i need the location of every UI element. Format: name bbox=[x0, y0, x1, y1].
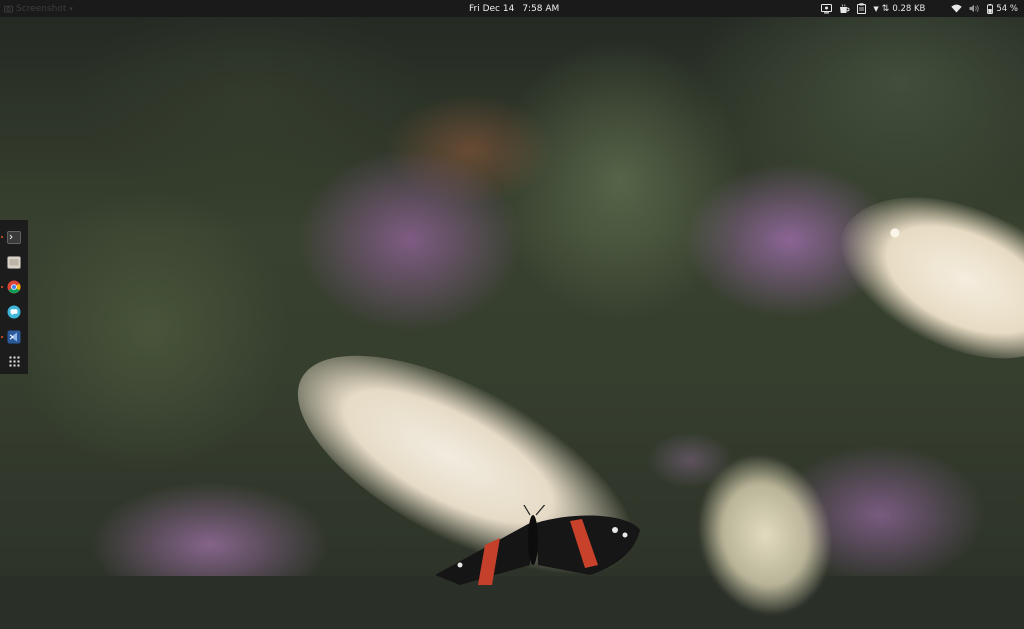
running-indicator bbox=[1, 335, 3, 338]
screen-icon[interactable] bbox=[821, 3, 833, 14]
show-applications-button[interactable] bbox=[0, 349, 28, 374]
terminal-icon bbox=[7, 231, 21, 244]
running-indicator bbox=[1, 236, 3, 239]
chat-icon bbox=[7, 305, 21, 319]
chrome-icon bbox=[7, 280, 21, 294]
chevron-down-icon: ▼ bbox=[873, 4, 879, 13]
app-menu[interactable]: Screenshot ▾ bbox=[4, 0, 73, 17]
battery-percent: 54 % bbox=[996, 3, 1018, 14]
wallpaper-butterfly bbox=[435, 505, 640, 585]
clock[interactable]: Fri Dec 14 7:58 AM bbox=[469, 0, 559, 17]
system-tray: ▼ ⇅ 0.28 KB 54 % bbox=[821, 0, 1018, 17]
clock-time: 7:58 AM bbox=[522, 3, 560, 14]
dock-item-files[interactable] bbox=[0, 250, 28, 275]
coffee-icon[interactable] bbox=[839, 3, 850, 14]
camera-icon bbox=[4, 5, 13, 13]
dock bbox=[0, 220, 28, 374]
dock-item-vscode[interactable] bbox=[0, 324, 28, 349]
vscode-icon bbox=[7, 330, 21, 344]
network-speed-value: 0.28 KB bbox=[892, 3, 926, 14]
clock-date: Fri Dec 14 bbox=[469, 3, 515, 14]
app-grid-icon bbox=[9, 356, 19, 367]
running-indicator bbox=[1, 286, 3, 289]
battery-icon bbox=[987, 3, 994, 14]
wifi-icon[interactable] bbox=[951, 4, 963, 13]
dock-item-terminal[interactable] bbox=[0, 225, 28, 250]
app-menu-label: Screenshot bbox=[16, 3, 67, 14]
volume-icon[interactable] bbox=[969, 4, 980, 13]
dock-item-chrome[interactable] bbox=[0, 275, 28, 300]
chevron-down-icon: ▾ bbox=[69, 4, 73, 13]
network-arrows-icon: ⇅ bbox=[881, 3, 890, 14]
network-speed[interactable]: ▼ ⇅ 0.28 KB bbox=[873, 4, 925, 14]
files-icon bbox=[7, 255, 21, 269]
battery-indicator[interactable]: 54 % bbox=[987, 3, 1018, 14]
dock-item-messaging[interactable] bbox=[0, 299, 28, 324]
clipboard-icon[interactable] bbox=[857, 3, 867, 14]
top-bar: Screenshot ▾ Fri Dec 14 7:58 AM ▼ ⇅ 0.28… bbox=[0, 0, 1024, 17]
